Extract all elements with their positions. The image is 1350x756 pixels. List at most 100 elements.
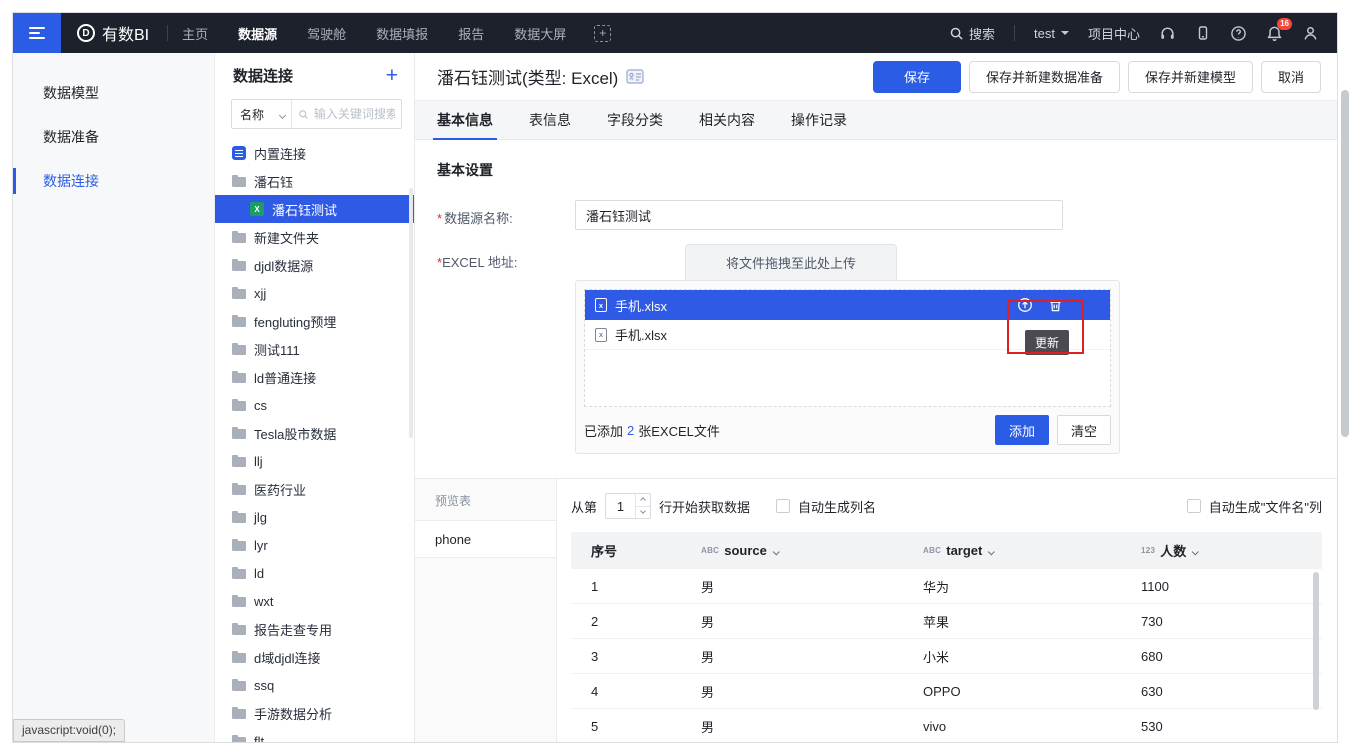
- tab[interactable]: 表信息: [529, 101, 571, 139]
- search-input[interactable]: [314, 107, 395, 121]
- start-row-stepper: [605, 493, 651, 519]
- tree-item[interactable]: ssq: [215, 671, 414, 699]
- action-button[interactable]: 保存: [873, 61, 961, 93]
- nav-menu-item[interactable]: 数据填报: [376, 24, 428, 43]
- stepper-down-icon[interactable]: [636, 507, 650, 519]
- tree-item[interactable]: djdl数据源: [215, 251, 414, 279]
- table-row: 2 男 苹果 730: [571, 604, 1322, 639]
- tree-item[interactable]: Tesla股市数据: [215, 419, 414, 447]
- tree-item[interactable]: d域djdl连接: [215, 643, 414, 671]
- tree-item[interactable]: xjj: [215, 279, 414, 307]
- user-avatar-icon[interactable]: [1302, 25, 1319, 42]
- mobile-device-icon[interactable]: [1195, 25, 1211, 41]
- sidebar-item[interactable]: 数据连接: [13, 159, 214, 203]
- info-card-icon[interactable]: [626, 69, 644, 84]
- add-connection-icon[interactable]: +: [386, 65, 398, 86]
- chevron-down-icon[interactable]: [774, 542, 779, 560]
- tree-item[interactable]: 潘石钰: [215, 167, 414, 195]
- sidebar-item[interactable]: 数据准备: [13, 115, 214, 159]
- action-button[interactable]: 保存并新建数据准备: [969, 61, 1120, 93]
- update-tooltip: 更新: [1025, 330, 1069, 355]
- tree-item[interactable]: fengluting预埋: [215, 307, 414, 335]
- tree-item[interactable]: cs: [215, 391, 414, 419]
- file-dropzone[interactable]: 将文件拖拽至此处上传: [685, 244, 897, 281]
- sheet-item[interactable]: phone: [415, 520, 556, 558]
- nav-menu-item[interactable]: 主页: [182, 24, 208, 43]
- column-type-tag: 123: [1141, 546, 1155, 555]
- tree-item-icon: [232, 653, 246, 663]
- preview-section: 预览表 phone 从第: [415, 478, 1337, 742]
- nav-menu-item[interactable]: 数据大屏: [514, 24, 566, 43]
- tree-item[interactable]: 测试111: [215, 335, 414, 363]
- tree-item[interactable]: 手游数据分析: [215, 699, 414, 727]
- excel-address-row: *EXCEL 地址: 将文件拖拽至此处上传 手机.x: [437, 244, 1337, 454]
- file-row[interactable]: 手机.xlsx: [585, 290, 1110, 320]
- cell-target: 华为: [903, 577, 1121, 596]
- delete-file-icon[interactable]: [1048, 298, 1063, 313]
- field-label: *数据源名称:: [437, 200, 575, 230]
- clear-files-button[interactable]: 清空: [1057, 415, 1111, 445]
- action-button[interactable]: 保存并新建模型: [1128, 61, 1253, 93]
- tab[interactable]: 相关内容: [699, 101, 755, 139]
- support-headset-icon[interactable]: [1159, 25, 1176, 42]
- notification-badge: 16: [1277, 18, 1292, 30]
- tab[interactable]: 字段分类: [607, 101, 663, 139]
- update-file-icon[interactable]: [1017, 297, 1033, 313]
- field-label: *EXCEL 地址:: [437, 244, 575, 454]
- table-scrollbar[interactable]: [1313, 572, 1319, 710]
- cell-index: 3: [571, 649, 681, 664]
- action-button[interactable]: 取消: [1261, 61, 1321, 93]
- browser-status-text: javascript:void(0);: [13, 719, 125, 742]
- tree-item[interactable]: 医药行业: [215, 475, 414, 503]
- tree-item[interactable]: lyr: [215, 531, 414, 559]
- tree-item[interactable]: jlg: [215, 503, 414, 531]
- column-header[interactable]: 123 人数: [1121, 541, 1322, 560]
- tree-item[interactable]: flt: [215, 727, 414, 742]
- tab[interactable]: 基本信息: [437, 101, 493, 139]
- datasource-name-input[interactable]: [575, 200, 1063, 230]
- auto-columns-checkbox[interactable]: [776, 499, 790, 513]
- start-row-input[interactable]: [606, 494, 635, 518]
- tree-item[interactable]: ld普通连接: [215, 363, 414, 391]
- notifications-bell-icon[interactable]: 16: [1266, 25, 1283, 42]
- tree-item[interactable]: 报告走查专用: [215, 615, 414, 643]
- add-file-button[interactable]: 添加: [995, 415, 1049, 445]
- app-logo[interactable]: D 有数BI: [77, 21, 149, 45]
- column-label: 人数: [1160, 541, 1186, 560]
- column-header[interactable]: 序号: [571, 541, 681, 560]
- tree-scrollbar[interactable]: [409, 188, 413, 438]
- nav-menu-item[interactable]: 数据源: [238, 24, 277, 43]
- tree-item[interactable]: 潘石钰测试: [215, 195, 414, 223]
- tree-item[interactable]: ld: [215, 559, 414, 587]
- filter-type-select[interactable]: 名称: [232, 100, 292, 128]
- sidebar-item[interactable]: 数据模型: [13, 71, 214, 115]
- new-dashboard-plus-icon[interactable]: +: [594, 25, 611, 42]
- tree-item-label: 潘石钰测试: [272, 200, 337, 219]
- column-header[interactable]: ABC source: [681, 542, 903, 560]
- tree-item[interactable]: 新建文件夹: [215, 223, 414, 251]
- top-navbar: D 有数BI 主页 数据源 驾驶舱 数据填报 报告 数据大屏 +: [13, 13, 1337, 53]
- project-center-link[interactable]: 项目中心: [1088, 24, 1140, 43]
- help-icon[interactable]: [1230, 25, 1247, 42]
- chevron-down-icon[interactable]: [1193, 542, 1198, 560]
- table-row: 3 男 小米 680: [571, 639, 1322, 674]
- cell-target: 小米: [903, 647, 1121, 666]
- stepper-up-icon[interactable]: [636, 494, 650, 507]
- chevron-down-icon[interactable]: [989, 542, 994, 560]
- logo-icon: D: [77, 24, 95, 42]
- tree-item[interactable]: wxt: [215, 587, 414, 615]
- auto-filename-checkbox[interactable]: [1187, 499, 1201, 513]
- column-header[interactable]: ABC target: [903, 542, 1121, 560]
- nav-menu-item[interactable]: 驾驶舱: [307, 24, 346, 43]
- page-scrollbar[interactable]: [1341, 90, 1349, 437]
- nav-menu-item[interactable]: 报告: [458, 24, 484, 43]
- user-dropdown[interactable]: test: [1034, 26, 1069, 41]
- tree-item-icon: [232, 541, 246, 551]
- tree-item[interactable]: llj: [215, 447, 414, 475]
- global-search[interactable]: 搜索: [949, 24, 995, 43]
- cell-target: OPPO: [903, 684, 1121, 699]
- tree-item[interactable]: 内置连接: [215, 139, 414, 167]
- divider: [1014, 25, 1015, 41]
- tab[interactable]: 操作记录: [791, 101, 847, 139]
- hamburger-menu-icon[interactable]: [13, 13, 61, 53]
